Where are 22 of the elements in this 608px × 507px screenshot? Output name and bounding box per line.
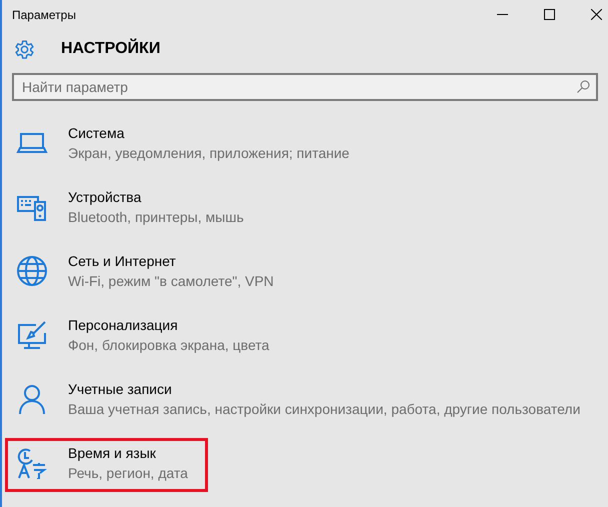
close-icon[interactable] <box>591 9 602 20</box>
window-title: Параметры <box>12 6 77 24</box>
category-title[interactable]: Время и язык <box>68 443 188 463</box>
globe-icon <box>16 255 48 287</box>
category-title[interactable]: Персонализация <box>68 315 270 335</box>
category-description: Фон, блокировка экрана, цвета <box>68 336 270 355</box>
monitor-brush-icon <box>16 319 48 351</box>
category-description: Ваша учетная запись, настройки синхронизации, работа, другие пользователи <box>68 400 580 419</box>
category-title[interactable]: Учетные записи <box>68 379 580 399</box>
maximize-icon[interactable] <box>544 9 555 20</box>
category-description: Wi-Fi, режим "в самолете", VPN <box>68 272 274 291</box>
category-title[interactable]: Система <box>68 123 350 143</box>
category-description: Экран, уведомления, приложения; питание <box>68 144 350 163</box>
search-field[interactable]: Найти параметр <box>12 73 598 101</box>
category-description: Речь, регион, дата <box>68 464 188 483</box>
category-title[interactable]: Устройства <box>68 187 244 207</box>
category-title[interactable]: Сеть и Интернет <box>68 251 274 271</box>
page-title: НАСТРОЙКИ <box>61 38 160 60</box>
person-icon <box>16 383 48 415</box>
clock-letters-icon <box>16 447 48 479</box>
category-description: Bluetooth, принтеры, мышь <box>68 208 244 227</box>
search-icon[interactable] <box>577 80 590 93</box>
